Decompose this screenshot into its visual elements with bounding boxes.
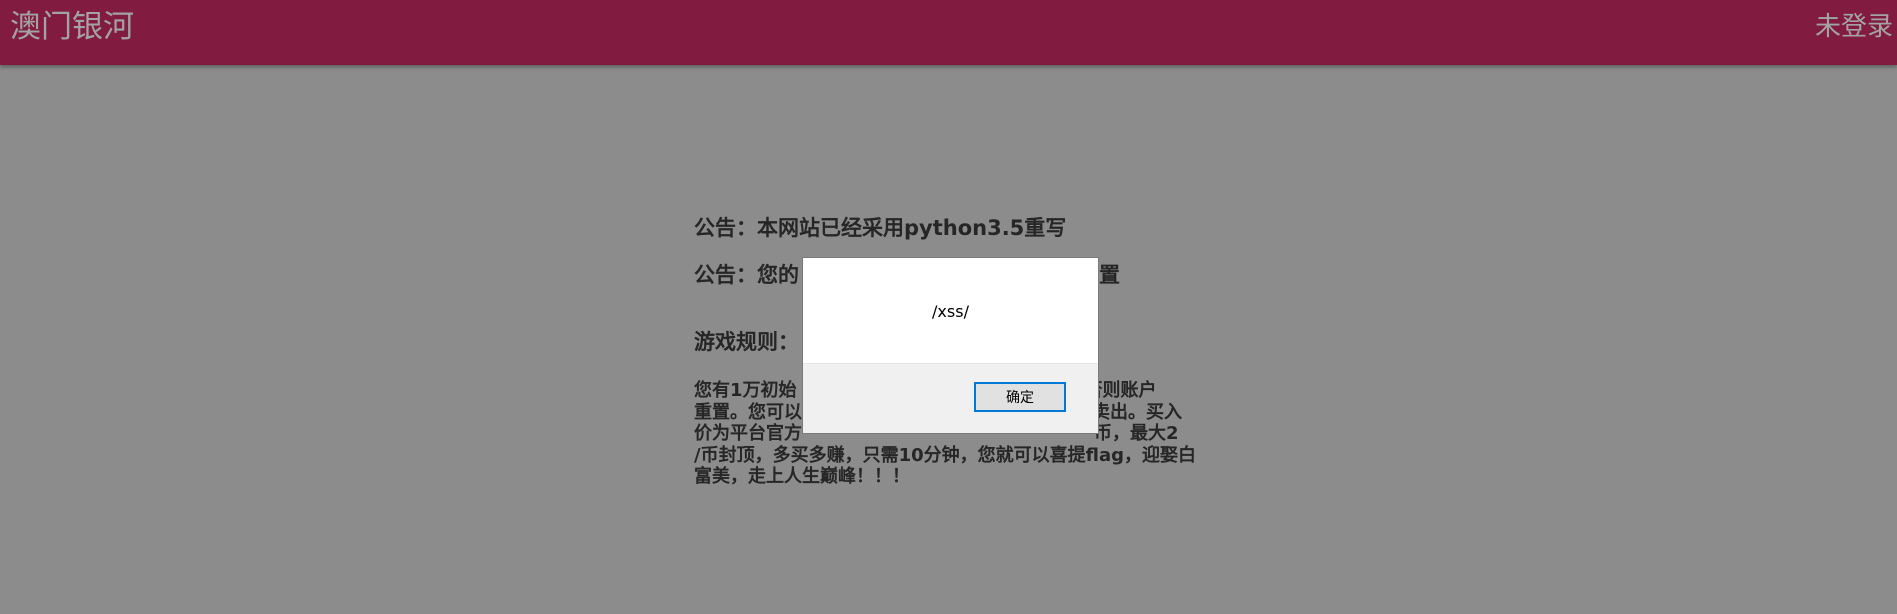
alert-dialog: /xss/ 确定 <box>802 257 1099 434</box>
notice-account-start: 公告：您的 <box>694 263 799 287</box>
site-brand[interactable]: 澳门银河 <box>10 8 134 46</box>
notice-account-end: 置 <box>1099 263 1120 287</box>
ok-button[interactable]: 确定 <box>974 382 1066 412</box>
rules-line: 富美，走上人生巅峰！！！ <box>694 466 910 487</box>
top-navbar: 澳门银河 未登录 <box>0 0 1897 65</box>
rules-title: 游戏规则： <box>694 330 799 354</box>
alert-footer: 确定 <box>803 363 1098 433</box>
alert-message: /xss/ <box>932 301 969 321</box>
login-status-link[interactable]: 未登录 <box>1815 10 1893 44</box>
rules-line: /币封顶，多买多赚，只需10分钟，您就可以喜提flag，迎娶白 <box>694 444 1196 466</box>
notice-python-rewrite: 公告：本网站已经采用python3.5重写 <box>694 216 1067 240</box>
